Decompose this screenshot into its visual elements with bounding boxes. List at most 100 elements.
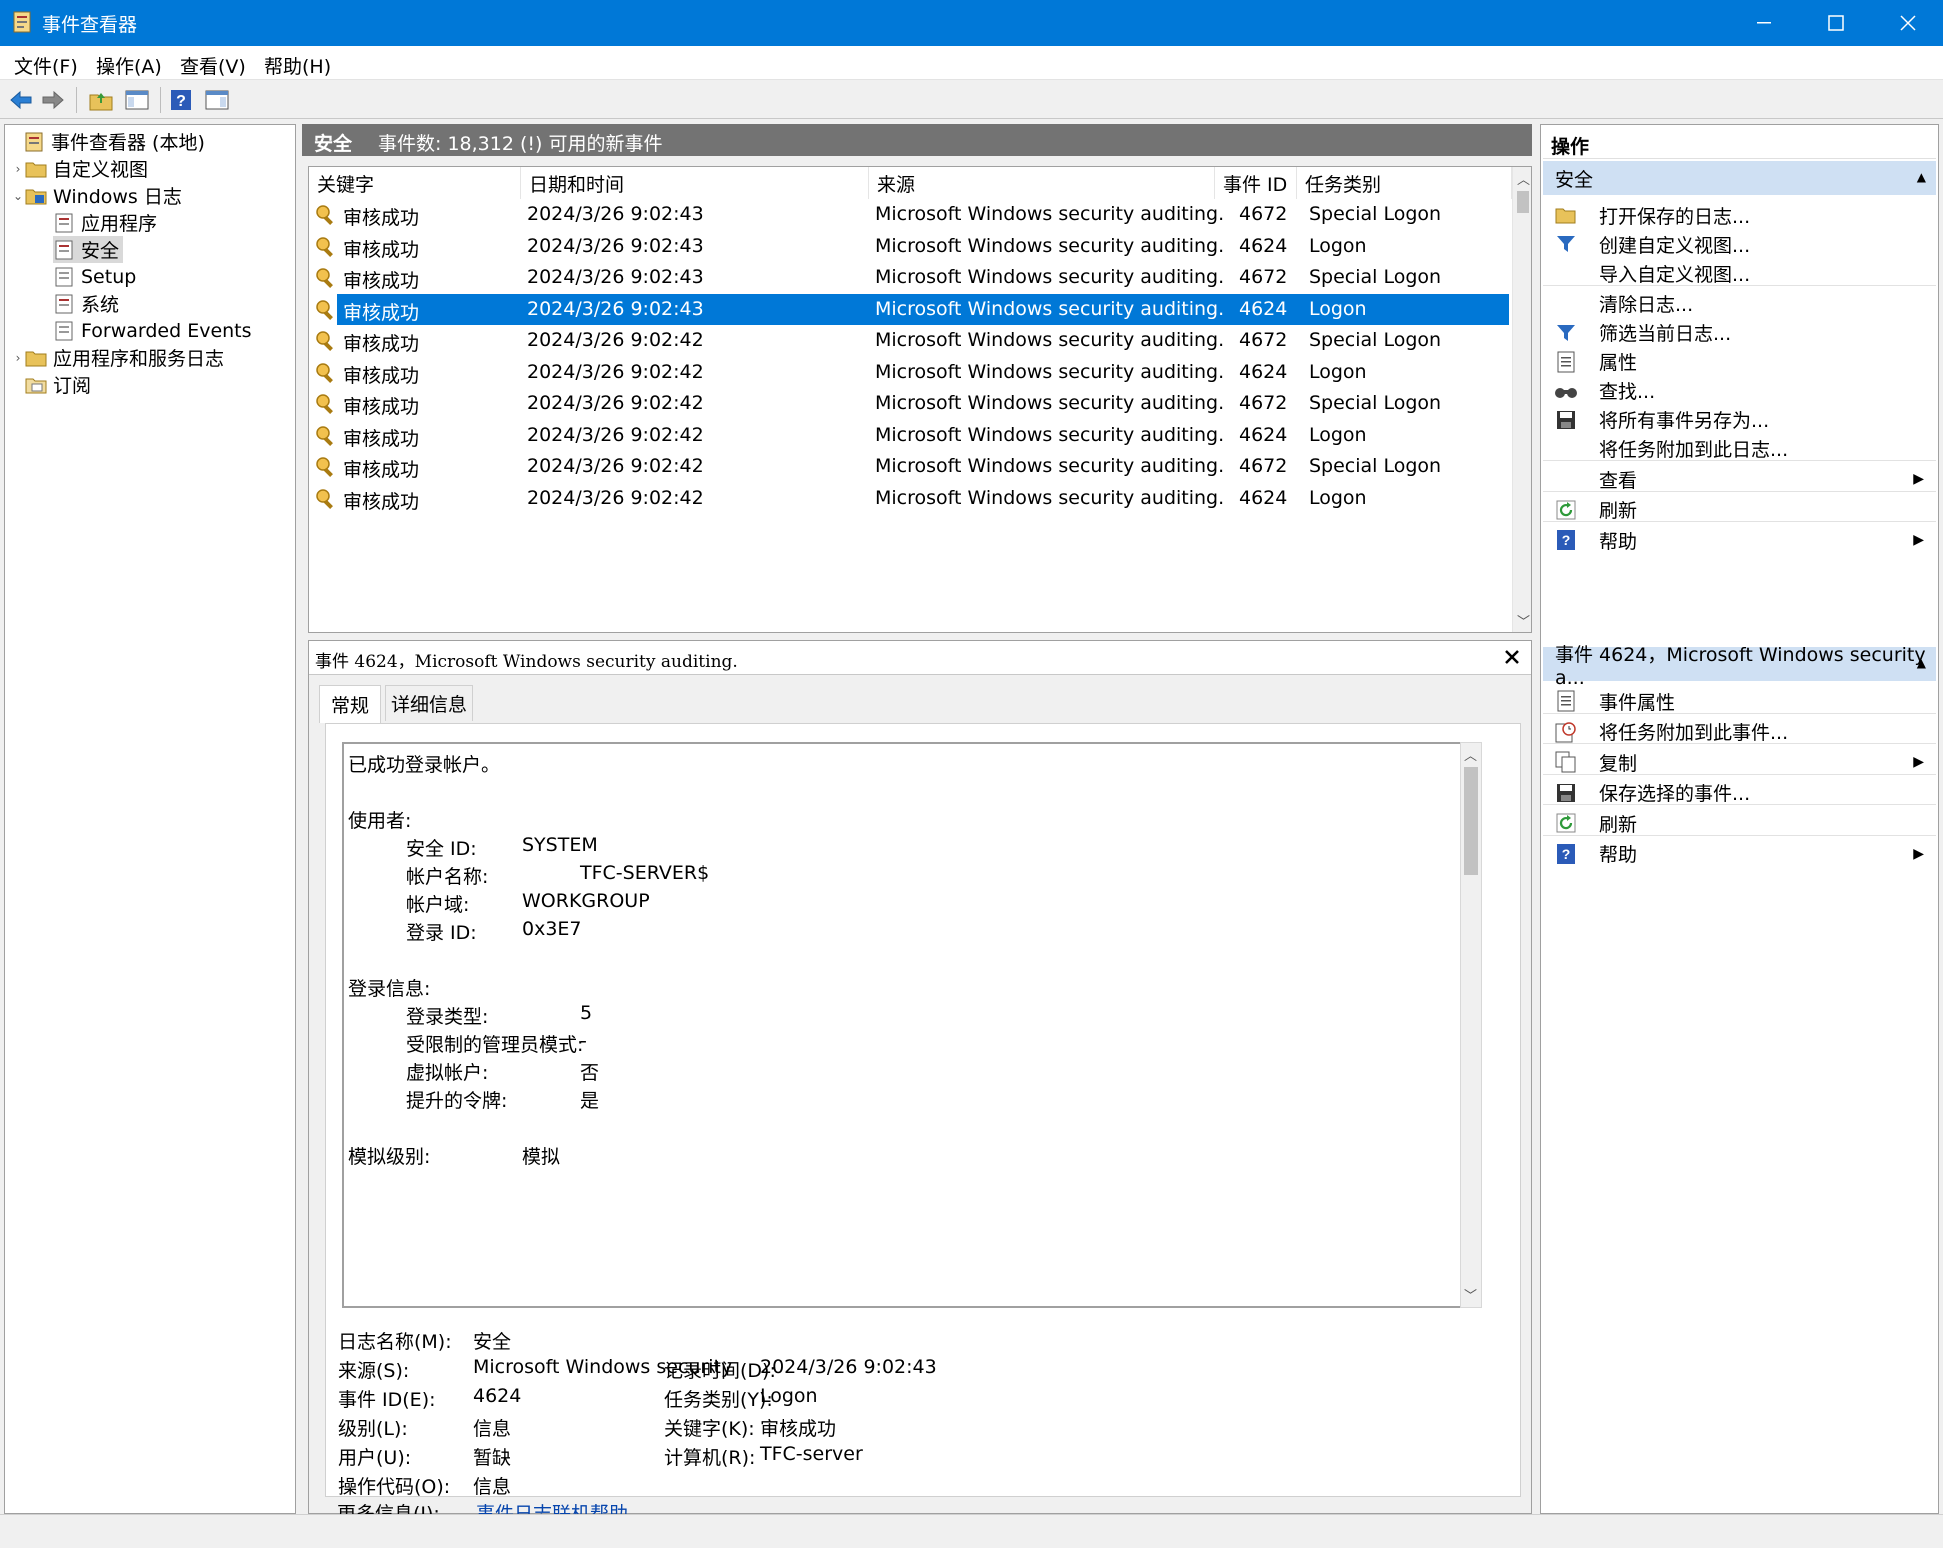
field-label: 计算机(R): xyxy=(664,1447,756,1469)
maximize-button[interactable] xyxy=(1800,0,1872,46)
action-label: 创建自定义视图... xyxy=(1599,234,1751,257)
key-icon xyxy=(316,268,333,288)
tree-item-root[interactable]: 事件查看器 (本地) xyxy=(9,128,205,155)
log-icon xyxy=(55,294,73,313)
cell-source: Microsoft Windows security auditing. xyxy=(875,392,1225,414)
chevron-right-icon[interactable]: › xyxy=(11,162,25,176)
field-label: 日志名称(M): xyxy=(338,1331,452,1353)
task-clock-icon xyxy=(1553,719,1579,745)
cell-datetime: 2024/3/26 9:02:43 xyxy=(527,234,704,257)
log-title: 安全 xyxy=(314,133,353,155)
menu-action[interactable]: 操作(A) xyxy=(96,52,162,79)
scroll-down-icon[interactable]: ﹀ xyxy=(1517,611,1530,630)
tree-item-forwarded-events[interactable]: Forwarded Events xyxy=(53,317,252,344)
description-value: - xyxy=(580,1030,587,1052)
detail-header: 事件 4624，Microsoft Windows security audit… xyxy=(309,641,1531,675)
action-item[interactable]: ? 帮助 ▶ xyxy=(1543,522,1936,558)
column-source[interactable]: 来源 xyxy=(869,167,1215,199)
general-tab-body: 已成功登录帐户。 使用者: 安全 ID: SYSTEM 帐户名称: TFC-SE… xyxy=(325,723,1521,1498)
tab-details[interactable]: 详细信息 xyxy=(385,685,473,721)
help-icon[interactable]: ? xyxy=(166,85,196,115)
tree-item-app-service-logs[interactable]: › 应用程序和服务日志 xyxy=(11,344,224,371)
open-folder-icon xyxy=(1553,202,1579,228)
action-label: 刷新 xyxy=(1599,500,1638,522)
column-task-category[interactable]: 任务类别 xyxy=(1297,167,1512,199)
tree-item-setup[interactable]: Setup xyxy=(53,263,136,290)
event-count: 事件数: 18,312 (!) 可用的新事件 xyxy=(378,133,663,155)
scroll-up-icon[interactable]: ︿ xyxy=(1517,169,1530,188)
tree-item-subscriptions[interactable]: 订阅 xyxy=(11,371,91,398)
collapse-up-icon[interactable]: ▲ xyxy=(1917,656,1926,670)
log-icon xyxy=(55,213,73,232)
tree-item-custom-views[interactable]: › 自定义视图 xyxy=(11,155,148,182)
field-value-computer: TFC-server xyxy=(760,1443,863,1465)
tab-general[interactable]: 常规 xyxy=(319,685,381,723)
collapse-up-icon[interactable]: ▲ xyxy=(1917,170,1926,184)
folder-icon xyxy=(25,189,47,204)
field-value-opcode: 信息 xyxy=(473,1476,512,1498)
event-row[interactable]: 审核成功 2024/3/26 9:02:43 Microsoft Windows s… xyxy=(309,262,1509,294)
action-label: 查看 xyxy=(1599,469,1638,492)
list-scrollbar[interactable]: ︿ ﹀ xyxy=(1512,167,1531,632)
key-icon xyxy=(316,299,333,320)
blank-icon xyxy=(1553,291,1579,317)
description-text: 已成功登录帐户。 xyxy=(348,754,501,776)
action-label: 复制 xyxy=(1599,752,1638,775)
event-row[interactable]: 审核成功 2024/3/26 9:02:42 Microsoft Windows s… xyxy=(309,420,1509,452)
event-row[interactable]: 审核成功 2024/3/26 9:02:43 Microsoft Windows s… xyxy=(309,231,1509,263)
actions-section-security[interactable]: 安全 ▲ xyxy=(1543,161,1936,195)
event-row[interactable]: 审核成功 2024/3/26 9:02:42 Microsoft Windows s… xyxy=(309,451,1509,483)
tree-item-application[interactable]: 应用程序 xyxy=(53,209,157,236)
tree-item-system[interactable]: 系统 xyxy=(53,290,119,317)
scroll-down-icon[interactable]: ﹀ xyxy=(1464,1285,1477,1304)
description-scrollbar[interactable]: ︿ ﹀ xyxy=(1460,742,1482,1308)
forward-icon[interactable] xyxy=(38,85,68,115)
event-row[interactable]: 审核成功 2024/3/26 9:02:43 Microsoft Windows s… xyxy=(309,199,1509,231)
menu-view[interactable]: 查看(V) xyxy=(180,52,246,79)
cell-datetime: 2024/3/26 9:02:42 xyxy=(527,423,704,446)
event-row[interactable]: 审核成功 2024/3/26 9:02:43 Microsoft Windows s… xyxy=(316,293,1509,325)
minimize-button[interactable] xyxy=(1728,0,1800,46)
column-datetime[interactable]: 日期和时间 xyxy=(521,167,869,199)
scroll-thumb[interactable] xyxy=(1517,191,1529,213)
refresh-icon xyxy=(1553,497,1579,523)
section-title: 事件 4624，Microsoft Windows security a... xyxy=(1555,643,1926,689)
event-row[interactable]: 审核成功 2024/3/26 9:02:42 Microsoft Windows s… xyxy=(309,325,1509,357)
submenu-arrow-icon: ▶ xyxy=(1913,532,1924,548)
event-row[interactable]: 审核成功 2024/3/26 9:02:42 Microsoft Windows s… xyxy=(309,388,1509,420)
key-icon xyxy=(316,394,333,414)
cell-source: Microsoft Windows security auditing. xyxy=(875,360,1225,383)
cell-keyword: 审核成功 xyxy=(343,270,420,292)
menu-file[interactable]: 文件(F) xyxy=(14,52,78,79)
show-hide-tree-icon[interactable] xyxy=(122,85,152,115)
back-icon[interactable] xyxy=(6,85,36,115)
show-action-pane-icon[interactable] xyxy=(202,85,232,115)
event-row[interactable]: 审核成功 2024/3/26 9:02:42 Microsoft Windows s… xyxy=(309,357,1509,389)
menu-help[interactable]: 帮助(H) xyxy=(264,52,331,79)
submenu-arrow-icon: ▶ xyxy=(1913,754,1924,770)
close-button[interactable] xyxy=(1872,0,1943,46)
chevron-down-icon[interactable]: ⌄ xyxy=(11,189,25,203)
up-folder-icon[interactable] xyxy=(86,85,116,115)
cell-task-category: Logon xyxy=(1309,360,1367,383)
tree-item-security[interactable]: 安全 xyxy=(53,236,124,263)
action-label: 筛选当前日志... xyxy=(1599,323,1732,345)
cell-datetime: 2024/3/26 9:02:43 xyxy=(527,297,704,320)
column-event-id[interactable]: 事件 ID xyxy=(1215,167,1297,199)
event-row[interactable]: 审核成功 2024/3/26 9:02:42 Microsoft Windows s… xyxy=(309,483,1509,515)
chevron-right-icon[interactable]: › xyxy=(11,351,25,365)
description-text: 登录 ID: xyxy=(406,922,477,944)
cell-event-id: 4624 xyxy=(1239,486,1288,509)
tree-label: 系统 xyxy=(81,294,120,316)
scroll-up-icon[interactable]: ︿ xyxy=(1464,745,1477,764)
action-item[interactable]: ? 帮助 ▶ xyxy=(1543,836,1936,872)
actions-section-event[interactable]: 事件 4624，Microsoft Windows security a... … xyxy=(1543,644,1936,689)
scroll-thumb[interactable] xyxy=(1464,767,1478,875)
event-description[interactable]: 已成功登录帐户。 使用者: 安全 ID: SYSTEM 帐户名称: TFC-SE… xyxy=(342,742,1460,1308)
column-keyword[interactable]: 关键字 xyxy=(309,167,521,199)
close-icon[interactable] xyxy=(1505,650,1519,664)
tree-label: 应用程序 xyxy=(81,213,158,235)
tree-label: 应用程序和服务日志 xyxy=(53,348,225,370)
cell-datetime: 2024/3/26 9:02:42 xyxy=(527,486,704,509)
tree-item-windows-logs[interactable]: ⌄ Windows 日志 xyxy=(11,182,182,209)
